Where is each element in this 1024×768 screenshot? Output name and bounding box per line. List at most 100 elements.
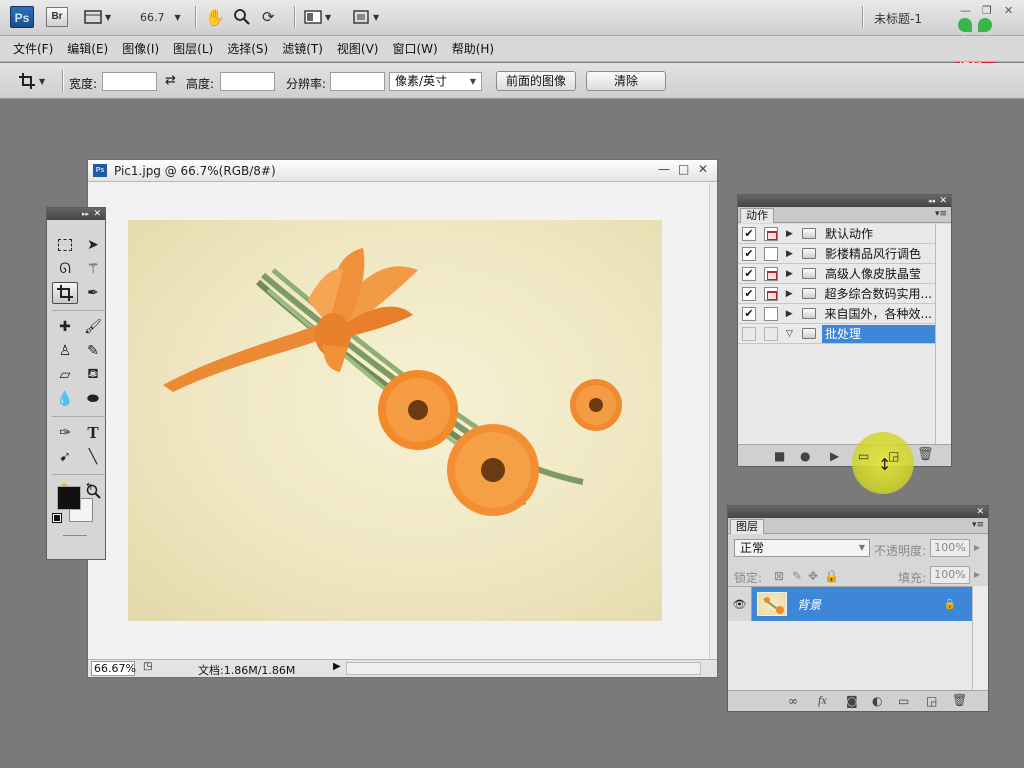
close-app-button[interactable]: ✕ <box>1004 4 1013 17</box>
layer-style-icon[interactable]: fx <box>818 693 827 708</box>
fill-slider-arrow-icon[interactable]: ▸ <box>974 567 980 581</box>
action-toggle-checkbox[interactable]: ✔ <box>742 286 756 301</box>
action-set-row[interactable]: ✔ ▶ 超多综合数码实用... <box>738 284 935 304</box>
stop-icon[interactable]: ■ <box>774 449 785 463</box>
expand-triangle-icon[interactable]: ▶ <box>786 289 796 299</box>
width-input[interactable] <box>102 72 157 91</box>
horizontal-scrollbar[interactable] <box>346 662 701 675</box>
paint-bucket-tool[interactable]: ⛾ <box>80 364 106 386</box>
expand-triangle-icon[interactable]: ▶ <box>786 309 796 319</box>
dialog-toggle-icon[interactable] <box>764 266 778 281</box>
eye-icon[interactable]: 👁 <box>728 587 752 621</box>
create-new-set-icon[interactable]: ▭ <box>858 449 869 463</box>
restore-button[interactable]: ❐ <box>982 4 992 17</box>
close-icon[interactable]: ✕ <box>976 506 984 518</box>
lock-transparency-icon[interactable]: ⊠ <box>774 569 784 583</box>
flower-photo[interactable] <box>128 220 662 621</box>
vertical-scrollbar[interactable] <box>709 183 717 660</box>
dodge-tool[interactable]: ⬬ <box>80 388 106 410</box>
collapse-icon[interactable]: ▸▸ <box>82 208 89 220</box>
photoshop-logo[interactable]: Ps <box>10 6 34 28</box>
layers-panel-header[interactable]: ✕ <box>728 506 988 518</box>
action-set-row-selected[interactable]: ▽ 批处理 <box>738 324 935 344</box>
healing-brush-tool[interactable]: ✚ <box>52 316 78 338</box>
status-info-icon[interactable]: ◳ <box>143 661 152 672</box>
layers-scrollbar[interactable] <box>972 586 988 690</box>
clear-button[interactable]: 清除 <box>586 71 666 91</box>
bridge-button[interactable]: Br <box>46 7 68 27</box>
action-toggle-checkbox[interactable]: ✔ <box>742 226 756 241</box>
swap-dimensions-icon[interactable]: ⇄ <box>165 73 176 88</box>
dialog-toggle-icon[interactable] <box>764 226 778 241</box>
workspace-title[interactable]: 未标题-1 <box>874 10 922 27</box>
action-toggle-checkbox[interactable]: ✔ <box>742 266 756 281</box>
panel-menu-icon[interactable]: ▾≡ <box>935 209 947 219</box>
close-icon[interactable]: ✕ <box>93 208 101 220</box>
layer-name[interactable]: 背景 <box>797 596 944 613</box>
brush-tool[interactable]: 🖌 <box>80 316 106 338</box>
menu-layer[interactable]: 图层(L) <box>166 40 220 57</box>
pen-tool[interactable]: ✑ <box>52 422 78 444</box>
tab-layers[interactable]: 图层 <box>730 519 764 534</box>
close-icon[interactable]: ✕ <box>939 195 947 207</box>
type-tool[interactable]: T <box>80 422 106 444</box>
height-input[interactable] <box>220 72 275 91</box>
action-toggle-checkbox[interactable] <box>742 326 756 341</box>
action-set-name[interactable]: 批处理 <box>822 324 935 343</box>
layer-row-background[interactable]: 👁 背景 🔒 <box>728 587 972 621</box>
action-set-row[interactable]: ✔ ▶ 来自国外，各种效... <box>738 304 935 324</box>
collapse-triangle-icon[interactable]: ▽ <box>786 329 796 339</box>
menu-help[interactable]: 帮助(H) <box>445 40 501 57</box>
menu-edit[interactable]: 编辑(E) <box>60 40 115 57</box>
screen-mode-button[interactable]: ▼ <box>352 6 379 28</box>
new-layer-icon[interactable]: ◲ <box>926 694 937 708</box>
menu-filter[interactable]: 滤镜(T) <box>275 40 330 57</box>
action-toggle-checkbox[interactable]: ✔ <box>742 306 756 321</box>
arrange-documents-button[interactable]: ▼ <box>304 6 331 28</box>
tab-actions[interactable]: 动作 <box>740 208 774 223</box>
dialog-toggle-icon[interactable] <box>763 286 778 301</box>
crop-tool[interactable] <box>52 282 78 304</box>
actions-scrollbar[interactable] <box>935 224 951 444</box>
eyedropper-tool[interactable]: ✒ <box>80 282 106 304</box>
doc-close-button[interactable]: ✕ <box>698 162 708 176</box>
lock-position-icon[interactable]: ✥ <box>808 569 818 583</box>
add-mask-icon[interactable]: ◙ <box>846 694 858 708</box>
action-set-row[interactable]: ✔ ▶ 影楼精品风行调色 <box>738 244 935 264</box>
canvas-area[interactable] <box>89 183 709 660</box>
zoom-level-select[interactable]: 66.7 ▼ <box>140 6 181 28</box>
opacity-field[interactable]: 100% <box>930 539 970 557</box>
new-group-icon[interactable]: ▭ <box>898 694 909 708</box>
play-icon[interactable]: ▶ <box>830 449 839 463</box>
trash-icon[interactable]: 🗑 <box>917 447 934 462</box>
blend-mode-select[interactable]: 正常 ▼ <box>734 539 870 557</box>
opacity-slider-arrow-icon[interactable]: ▸ <box>974 540 980 554</box>
lasso-tool[interactable]: ᘏ <box>52 258 78 280</box>
resolution-unit-select[interactable]: 像素/英寸 ▼ <box>389 72 482 91</box>
menu-select[interactable]: 选择(S) <box>220 40 275 57</box>
record-icon[interactable]: ● <box>800 449 810 463</box>
expand-triangle-icon[interactable]: ▶ <box>786 249 796 259</box>
menu-file[interactable]: 文件(F) <box>6 40 60 57</box>
lock-pixels-icon[interactable]: ✎ <box>792 569 802 583</box>
history-brush-tool[interactable]: ✎ <box>80 340 106 362</box>
hand-tool-button[interactable]: ✋ <box>205 6 225 28</box>
rotate-view-button[interactable]: ⟳ <box>262 6 275 28</box>
document-titlebar[interactable]: Ps Pic1.jpg @ 66.7%(RGB/8#) — □ ✕ <box>88 160 717 182</box>
action-set-row[interactable]: ✔ ▶ 高级人像皮肤晶莹 <box>738 264 935 284</box>
tools-panel-header[interactable]: ▸▸ ✕ <box>47 208 105 220</box>
action-toggle-checkbox[interactable]: ✔ <box>742 246 756 261</box>
line-tool[interactable]: ╲ <box>80 446 106 468</box>
panel-menu-icon[interactable]: ▾≡ <box>972 520 984 530</box>
default-colors-icon[interactable] <box>52 513 62 523</box>
doc-minimize-button[interactable]: — <box>658 162 670 176</box>
marquee-tool[interactable] <box>52 234 78 256</box>
trash-icon[interactable]: 🗑 <box>952 693 967 707</box>
minimize-button[interactable]: — <box>960 4 971 17</box>
menu-view[interactable]: 视图(V) <box>330 40 386 57</box>
status-menu-arrow-icon[interactable]: ▶ <box>333 661 341 672</box>
front-image-button[interactable]: 前面的图像 <box>496 71 576 91</box>
eraser-tool[interactable]: ▱ <box>52 364 78 386</box>
blur-tool[interactable]: 💧 <box>52 388 78 410</box>
menu-window[interactable]: 窗口(W) <box>385 40 444 57</box>
